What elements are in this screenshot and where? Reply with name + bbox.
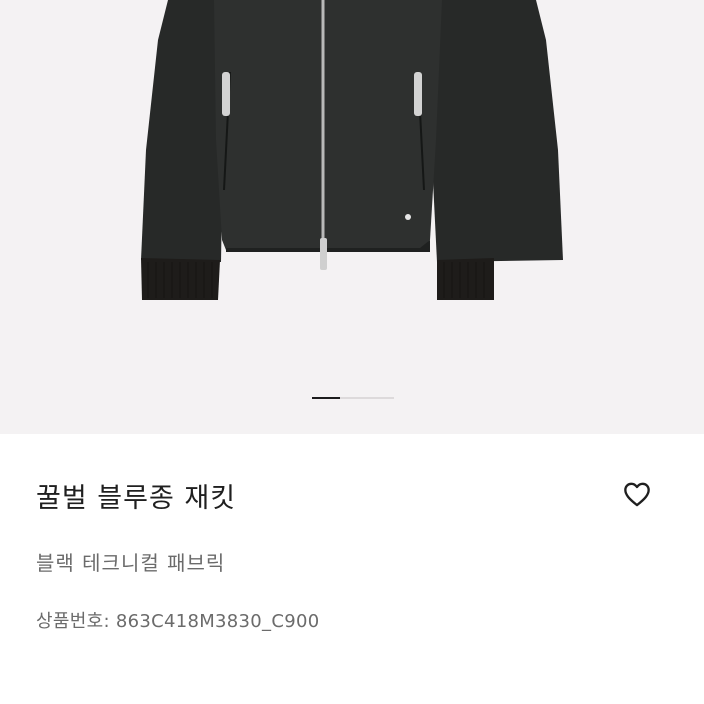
carousel-dot[interactable] <box>340 397 394 399</box>
wishlist-button[interactable] <box>620 478 654 510</box>
product-sku: 상품번호: 863C418M3830_C900 <box>36 611 320 632</box>
carousel-indicator[interactable] <box>312 397 394 399</box>
jacket-image <box>141 0 563 300</box>
product-image-carousel[interactable] <box>0 0 704 434</box>
product-title: 꿀벌 블루종 재킷 <box>36 483 237 514</box>
product-color-material: 블랙 테크니컬 패브릭 <box>36 551 226 575</box>
heart-outline-icon <box>624 482 650 507</box>
carousel-dot-active[interactable] <box>312 397 340 399</box>
